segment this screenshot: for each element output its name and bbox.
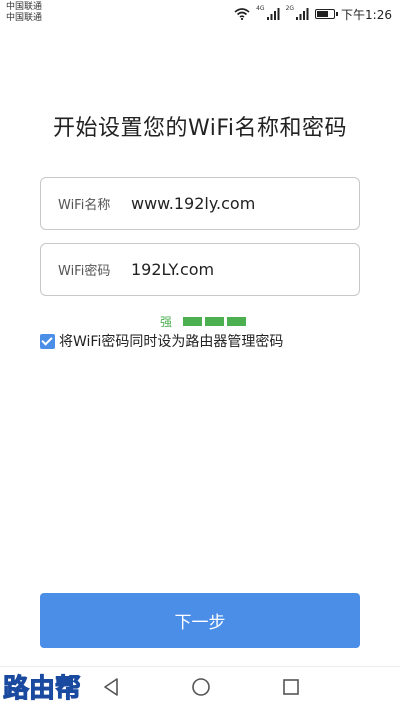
- wifi-password-label: WiFi密码: [58, 264, 111, 279]
- wifi-icon: [234, 8, 250, 20]
- strength-bar: [205, 317, 225, 326]
- sync-admin-password-checkbox[interactable]: [40, 333, 55, 349]
- wifi-password-input[interactable]: 192LY.com: [131, 260, 214, 279]
- wifi-name-label: WiFi名称: [58, 198, 111, 213]
- wifi-name-input[interactable]: www.192ly.com: [131, 194, 255, 213]
- battery-level: [317, 11, 329, 17]
- strength-label: 强: [160, 315, 173, 329]
- carrier-name-1: 中国联通: [6, 2, 43, 12]
- password-strength-indicator: 强: [160, 313, 247, 330]
- wifi-name-field[interactable]: WiFi名称 www.192ly.com: [40, 177, 360, 230]
- back-icon[interactable]: [102, 677, 120, 701]
- signal-icon: [296, 8, 309, 20]
- strength-bar: [227, 317, 247, 326]
- next-button[interactable]: 下一步: [40, 593, 360, 648]
- sync-admin-password-row[interactable]: 将WiFi密码同时设为路由器管理密码: [40, 331, 283, 351]
- status-bar: 中国联通 中国联通 4G 2G 下午1:26: [0, 0, 400, 28]
- strength-bar: [183, 317, 203, 326]
- carrier-name-2: 中国联通: [6, 13, 43, 23]
- battery-icon: [315, 9, 339, 19]
- watermark-logo: 路由帮: [2, 674, 82, 705]
- wifi-password-field[interactable]: WiFi密码 192LY.com: [40, 243, 360, 296]
- home-icon[interactable]: [191, 677, 211, 701]
- clock: 下午1:26: [341, 7, 392, 22]
- carrier-info: 中国联通 中国联通: [6, 2, 42, 24]
- network-type-2: 2G: [285, 4, 295, 12]
- network-type-1: 4G: [256, 4, 265, 12]
- signal-icon: [266, 8, 280, 20]
- page-title: 开始设置您的WiFi名称和密码: [52, 116, 348, 141]
- status-icons: 4G 2G 下午1:26: [234, 5, 392, 23]
- sync-admin-password-label: 将WiFi密码同时设为路由器管理密码: [59, 334, 284, 350]
- recent-apps-icon[interactable]: [282, 677, 300, 701]
